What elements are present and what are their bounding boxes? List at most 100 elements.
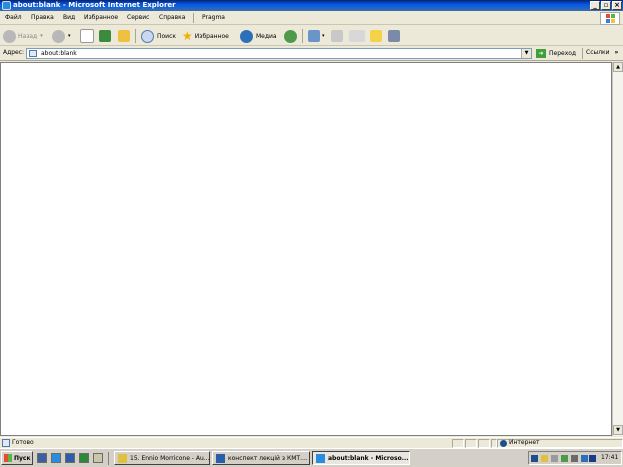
edit-button[interactable] [349, 29, 365, 43]
print-icon [331, 30, 343, 42]
tray-app-icon[interactable] [551, 455, 558, 462]
stop-button[interactable] [80, 29, 94, 43]
task-label: 15. Ennio Morricone - Au... [130, 454, 210, 462]
edit-icon [349, 30, 365, 42]
quicklaunch-app-icon[interactable] [93, 453, 103, 463]
tray-app-icon[interactable] [541, 455, 548, 462]
close-button[interactable]: × [612, 1, 622, 10]
media-icon [240, 29, 253, 43]
mail-button[interactable]: ▾ [308, 29, 325, 43]
home-icon [118, 30, 130, 42]
winamp-icon [118, 453, 127, 463]
toolbar-divider [135, 29, 136, 43]
search-label: Поиск [157, 32, 177, 40]
stop-icon [80, 29, 94, 43]
go-arrow-icon: ➜ [536, 49, 546, 58]
task-label: about:blank - Microso... [328, 454, 409, 462]
folder-icon [370, 30, 382, 42]
history-button[interactable] [284, 29, 297, 43]
zone-label: Интернет [509, 439, 540, 446]
window-title: about:blank - Microsoft Internet Explore… [13, 1, 176, 9]
forward-button[interactable]: ▾ [52, 29, 71, 43]
home-button[interactable] [118, 29, 130, 43]
clock: 17:41 [601, 454, 619, 461]
menu-edit[interactable]: Правка [31, 14, 54, 21]
menu-tools[interactable]: Сервис [127, 14, 149, 21]
quicklaunch-ie-icon[interactable] [51, 453, 61, 463]
scroll-up-icon[interactable]: ▲ [613, 62, 623, 72]
favorites-label: Избранное [194, 32, 229, 40]
messenger-button[interactable] [388, 29, 400, 43]
status-text: Готово [12, 439, 34, 446]
media-button[interactable]: Медиа [240, 29, 277, 43]
system-tray: 17:41 [528, 451, 622, 465]
menu-pragma[interactable]: Pragma [202, 14, 225, 21]
minimize-button[interactable]: _ [590, 1, 600, 10]
go-button[interactable]: ➜ Переход [536, 48, 576, 59]
ie-icon [2, 1, 11, 10]
chevron-down-icon: ▾ [40, 33, 43, 39]
task-button[interactable]: конспект лекцій з КМТ.... [212, 451, 310, 465]
back-button[interactable]: Назад ▾ [3, 29, 43, 43]
chevron-down-icon[interactable]: ▼ [521, 49, 531, 58]
start-button[interactable]: Пуск [1, 451, 33, 465]
links-label: Ссылки [586, 49, 610, 56]
maximize-button[interactable]: ▫ [601, 1, 611, 10]
quicklaunch-word-icon[interactable] [65, 453, 75, 463]
back-arrow-icon [3, 29, 16, 43]
search-button[interactable]: Поиск [141, 29, 176, 43]
discuss-button[interactable] [370, 29, 382, 43]
status-pane [465, 439, 477, 448]
taskbar-divider [108, 452, 109, 465]
menu-favorites[interactable]: Избранное [84, 14, 118, 21]
scroll-down-icon[interactable]: ▼ [613, 425, 623, 435]
task-button[interactable]: 15. Ennio Morricone - Au... [114, 451, 210, 465]
status-bar: Готово Интернет [0, 437, 623, 448]
menu-divider [193, 13, 194, 23]
print-button[interactable] [331, 29, 343, 43]
task-label: конспект лекцій з КМТ.... [228, 454, 308, 462]
messenger-icon [388, 30, 400, 42]
back-label: Назад [18, 32, 38, 40]
taskbar: Пуск 15. Ennio Morricone - Au... конспек… [0, 448, 623, 467]
windows-logo-icon [4, 454, 12, 462]
menu-file[interactable]: Файл [5, 14, 22, 21]
history-icon [284, 29, 297, 43]
quicklaunch-excel-icon[interactable] [79, 453, 89, 463]
word-doc-icon [216, 453, 225, 463]
language-icon[interactable] [531, 455, 538, 462]
toolbar-divider [302, 29, 303, 43]
speaker-icon[interactable] [571, 455, 578, 462]
go-label: Переход [549, 50, 577, 57]
page-content[interactable] [0, 62, 612, 436]
address-label: Адрес: [3, 49, 25, 56]
page-icon [2, 439, 10, 447]
menu-help[interactable]: Справка [159, 14, 185, 21]
tray-app-icon[interactable] [589, 455, 596, 462]
start-label: Пуск [14, 454, 31, 462]
menu-view[interactable]: Вид [63, 14, 75, 21]
menu-bar: Файл Правка Вид Избранное Сервис Справка… [0, 11, 623, 25]
refresh-button[interactable] [99, 29, 111, 43]
windows-logo-icon [600, 12, 620, 25]
address-value: about:blank [41, 50, 77, 57]
star-icon: ★ [182, 29, 193, 43]
network-icon[interactable] [561, 455, 568, 462]
status-pane [478, 439, 490, 448]
refresh-icon [99, 30, 111, 42]
mail-icon [308, 30, 320, 42]
quicklaunch-desktop-icon[interactable] [37, 453, 47, 463]
standard-toolbar: Назад ▾ ▾ Поиск ★ Избранное Медиа ▾ [0, 26, 623, 46]
globe-icon [500, 440, 507, 447]
ie-icon [316, 453, 325, 463]
address-input[interactable]: about:blank ▼ [26, 48, 532, 59]
links-button[interactable]: Ссылки » [586, 49, 618, 56]
search-icon [141, 29, 154, 43]
favorites-button[interactable]: ★ Избранное [182, 29, 229, 43]
vertical-scrollbar[interactable]: ▲ ▼ [612, 62, 623, 436]
chevron-right-icon: » [614, 49, 619, 56]
task-button-active[interactable]: about:blank - Microso... [312, 451, 410, 465]
media-label: Медиа [256, 32, 277, 40]
tray-app-icon[interactable] [581, 455, 588, 462]
title-bar[interactable]: about:blank - Microsoft Internet Explore… [0, 0, 623, 11]
